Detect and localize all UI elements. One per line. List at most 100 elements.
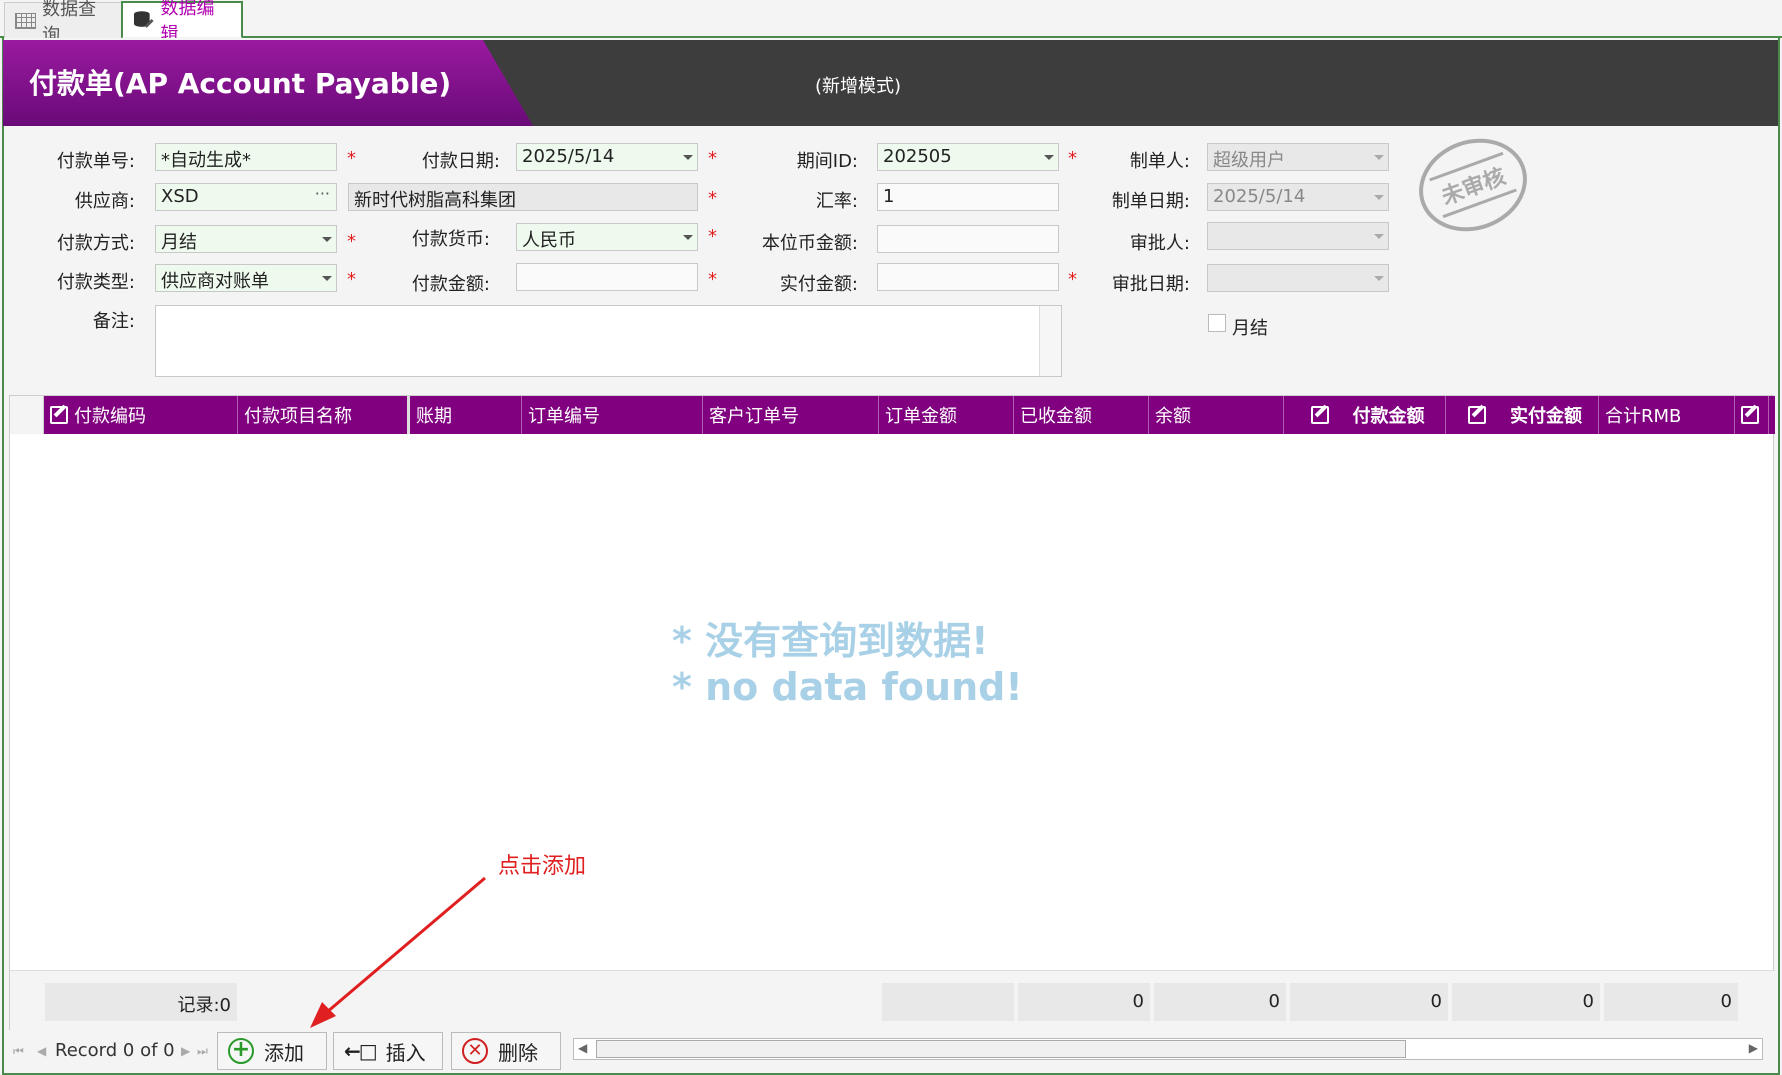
insert-label: 插入 [385,1040,426,1065]
required-mark: * [347,269,356,290]
actual-amount-field[interactable] [877,263,1059,291]
record-indicator: Record 0 of 0 [55,1040,175,1061]
rate-label: 汇率: [815,191,858,212]
edit-icon [1310,406,1329,424]
page-header: 付款单(AP Account Payable) (新增模式) [3,40,1778,126]
col-header-customer-order-no[interactable]: 客户订单号 [703,396,879,434]
delete-label: 删除 [498,1040,538,1065]
mode-indicator: (新增模式) [815,76,902,97]
remark-scrollbar[interactable] [1039,306,1061,376]
summary-received: 0 [1018,983,1150,1021]
col-label: 客户订单号 [709,406,799,427]
make-date-field: 2025/5/14 [1207,183,1389,211]
col-label: 账期 [416,406,452,427]
col-label: 实付金额 [1510,406,1582,427]
horizontal-scrollbar[interactable]: ◀ ▶ [573,1038,1763,1060]
col-header-balance[interactable]: 余额 [1149,396,1284,434]
rate-field[interactable]: 1 [877,183,1059,211]
supplier-name-field: 新时代树脂高科集团 [348,183,698,211]
local-amount-label: 本位币金额: [761,233,858,254]
remark-textarea[interactable] [155,305,1062,377]
chevron-down-icon [1374,155,1384,160]
required-mark: * [347,148,356,169]
tab-data-edit[interactable]: 数据编辑 [121,0,243,45]
required-mark: * [708,226,717,247]
add-button[interactable]: + 添加 [217,1032,327,1070]
pay-type-label: 付款类型: [56,272,135,293]
plus-circle-icon: + [228,1038,254,1064]
col-header-total-rmb[interactable]: 合计RMB [1599,396,1735,434]
col-header-item-name[interactable]: 付款项目名称 [238,396,410,434]
remark-label: 备注: [92,311,135,332]
pay-date-label: 付款日期: [421,151,500,172]
table-grid-icon [15,12,37,29]
insert-icon: ←□ [344,1039,378,1063]
chevron-down-icon[interactable] [683,155,693,160]
pay-method-field[interactable]: 月结 [155,225,337,253]
chevron-down-icon[interactable] [322,276,332,281]
doc-no-field[interactable]: *自动生成* [155,143,337,171]
annotation-text: 点击添加 [498,854,587,879]
pay-date-field[interactable]: 2025/5/14 [516,143,698,171]
pay-type-value: 供应商对账单 [161,271,269,292]
scroll-thumb[interactable] [596,1040,1406,1058]
scroll-right-icon[interactable]: ▶ [1749,1041,1758,1055]
actual-amount-label: 实付金额: [779,274,858,295]
currency-field[interactable]: 人民币 [516,223,698,251]
col-header-term[interactable]: 账期 [410,396,522,434]
period-field[interactable]: 202505 [877,143,1059,171]
chevron-down-icon[interactable] [322,237,332,242]
approver-field [1207,222,1389,250]
delete-button[interactable]: ✕ 删除 [451,1032,561,1070]
supplier-code-field[interactable]: XSD ··· [155,183,337,211]
no-data-cn: * 没有查询到数据! [672,619,989,663]
col-header-pay-code[interactable]: 付款编码 [44,396,238,434]
chevron-down-icon[interactable] [683,235,693,240]
col-header-actual-amount[interactable]: 实付金额 [1446,396,1599,434]
grid-corner[interactable] [10,396,44,434]
pay-method-value: 月结 [161,232,197,253]
col-header-received-amount[interactable]: 已收金额 [1014,396,1149,434]
annotation-arrow [310,876,486,1028]
detail-grid: 付款编码 付款项目名称 账期 订单编号 客户订单号 订单金额 已收金额 余额 付… [9,395,1775,1030]
chevron-down-icon[interactable] [1044,155,1054,160]
chevron-down-icon [1374,276,1384,281]
approve-date-field [1207,264,1389,292]
period-value: 202505 [883,146,952,167]
summary-pay-amount: 0 [1290,983,1448,1021]
tab-data-query[interactable]: 数据查询 [4,0,122,46]
chevron-down-icon [1374,234,1384,239]
grid-summary: 记录:0 0 0 0 0 0 [10,970,1775,1030]
maker-label: 制单人: [1129,151,1190,172]
period-label: 期间ID: [796,151,858,172]
pay-amount-field[interactable] [516,263,698,291]
currency-label: 付款货币: [411,229,490,250]
monthly-checkbox[interactable] [1208,314,1226,332]
col-header-more[interactable] [1735,396,1769,434]
summary-total-rmb: 0 [1604,983,1738,1021]
required-mark: * [1068,148,1077,169]
ellipsis-icon[interactable]: ··· [315,184,330,203]
insert-button[interactable]: ←□ 插入 [333,1032,443,1070]
next-record-icon[interactable]: ▶ [181,1044,190,1058]
pay-type-field[interactable]: 供应商对账单 [155,264,337,292]
prev-record-icon[interactable]: ◀ [37,1044,46,1058]
col-label: 余额 [1155,406,1191,427]
edit-icon [1741,406,1759,424]
maker-value: 超级用户 [1213,150,1285,171]
col-header-order-amount[interactable]: 订单金额 [879,396,1014,434]
last-record-icon[interactable]: ⏭ [197,1044,208,1059]
scroll-left-icon[interactable]: ◀ [578,1041,587,1055]
grid-header: 付款编码 付款项目名称 账期 订单编号 客户订单号 订单金额 已收金额 余额 付… [10,396,1775,434]
approver-label: 审批人: [1129,233,1190,254]
required-mark: * [708,269,717,290]
summary-empty [882,983,1014,1021]
local-amount-field[interactable] [877,225,1059,253]
first-record-icon[interactable]: ⏮ [13,1044,24,1059]
currency-value: 人民币 [522,230,576,251]
col-label: 付款金额 [1352,406,1425,427]
database-edit-icon [133,11,154,28]
col-header-pay-amount[interactable]: 付款金额 [1284,396,1446,434]
col-label: 订单编号 [528,406,600,427]
col-header-order-no[interactable]: 订单编号 [522,396,703,434]
